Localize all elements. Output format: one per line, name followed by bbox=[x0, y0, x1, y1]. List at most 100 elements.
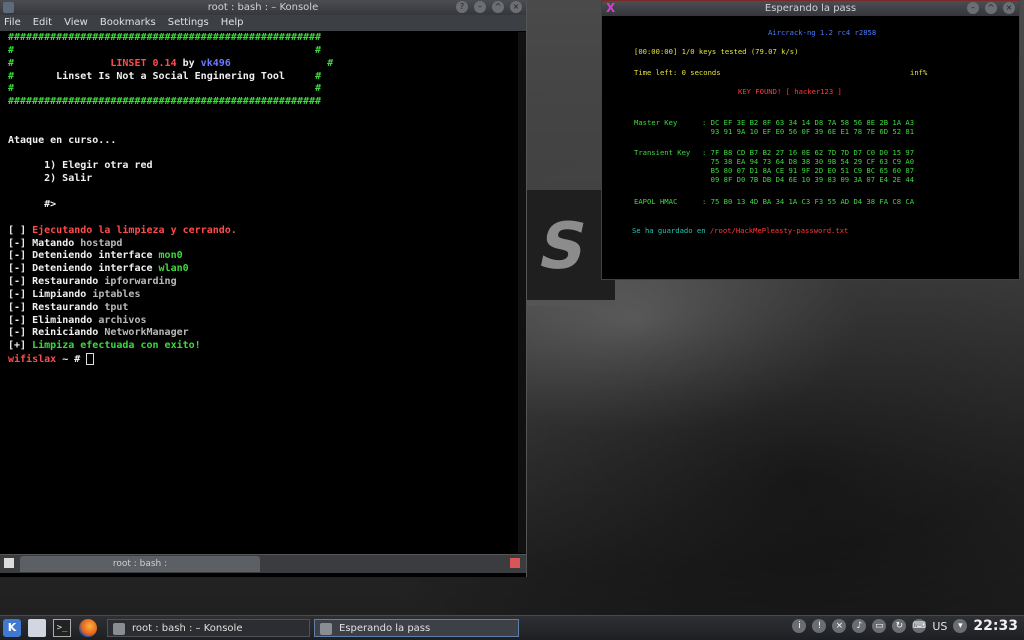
clock[interactable]: 22:33 bbox=[973, 618, 1018, 634]
keyboard-layout[interactable]: US bbox=[932, 620, 947, 633]
help-icon[interactable]: ? bbox=[456, 1, 468, 13]
terminal-line: ########################################… bbox=[8, 32, 516, 45]
terminal-line: # # bbox=[8, 45, 516, 58]
konsole-menubar: File Edit View Bookmarks Settings Help bbox=[0, 15, 526, 31]
terminal-text: [-] bbox=[8, 276, 33, 288]
terminal-text: LINSET 0.14 bbox=[14, 57, 183, 69]
terminal-text: [-] bbox=[8, 250, 33, 262]
system-tray: i ! × ♪ ▭ ↻ ⌨ US ▾ 22:33 bbox=[792, 618, 1018, 634]
transient-key-label: Transient Key bbox=[634, 148, 691, 157]
text-cursor bbox=[86, 353, 95, 366]
terminal-output[interactable]: ########################################… bbox=[8, 32, 516, 553]
terminal-text: [-] bbox=[8, 263, 33, 275]
terminal-line: 2) Salir bbox=[8, 173, 516, 186]
aircrack-header: Aircrack-ng 1.2 rc4 r2858 bbox=[768, 28, 877, 37]
terminal-icon[interactable]: >_ bbox=[53, 619, 71, 637]
terminal-text: 2) Salir bbox=[8, 173, 93, 185]
terminal-line: [-] Deteniendo interface wlan0 bbox=[8, 263, 516, 276]
progress-percent: inf% bbox=[910, 68, 928, 77]
new-tab-icon[interactable] bbox=[4, 558, 14, 568]
close-tab-icon[interactable] bbox=[510, 558, 520, 568]
menu-view[interactable]: View bbox=[64, 15, 94, 31]
terminal-text: Limpiando bbox=[32, 288, 93, 300]
aircrack-output[interactable]: Aircrack-ng 1.2 rc4 r2858 [00:00:00] 1/0… bbox=[602, 17, 1019, 279]
terminal-text: iptables bbox=[92, 288, 141, 300]
terminal-line: Ataque en curso... bbox=[8, 135, 516, 148]
kde-menu-icon[interactable]: K bbox=[3, 619, 21, 637]
terminal-text: Reiniciando bbox=[32, 327, 105, 339]
menu-settings[interactable]: Settings bbox=[168, 15, 215, 31]
terminal-text: Restaurando bbox=[32, 276, 105, 288]
terminal-line: # LINSET 0.14 by vk496 # bbox=[8, 58, 516, 71]
task-konsole[interactable]: root : bash : – Konsole bbox=[107, 619, 310, 637]
maximize-icon[interactable]: ^ bbox=[492, 1, 504, 13]
dolphin-icon[interactable] bbox=[28, 619, 46, 637]
network-off-icon[interactable]: × bbox=[832, 619, 847, 633]
master-key-row: 93 91 9A 10 EF E0 56 0F 39 6E E1 78 7E 6… bbox=[702, 127, 915, 136]
terminal-prompt[interactable]: wifislax ~ # bbox=[8, 353, 516, 366]
konsole-app-icon[interactable] bbox=[3, 2, 14, 13]
terminal-line: [-] Reiniciando NetworkManager bbox=[8, 327, 516, 340]
chevron-down-icon[interactable]: ▾ bbox=[953, 619, 968, 633]
terminal-text: Deteniendo interface bbox=[32, 250, 159, 262]
terminal-scrollbar[interactable] bbox=[518, 32, 526, 553]
taskbar: K >_ root : bash : – Konsole Esperando l… bbox=[0, 615, 1024, 640]
terminal-line: 1) Elegir otra red bbox=[8, 160, 516, 173]
konsole-window[interactable]: root : bash : – Konsole ? – ^ × File Edi… bbox=[0, 0, 527, 577]
terminal-text: [-] bbox=[8, 301, 33, 313]
terminal-text: [-] bbox=[8, 314, 33, 326]
terminal-text: ########################################… bbox=[8, 32, 322, 43]
minimize-icon[interactable]: – bbox=[474, 1, 486, 13]
master-key-label: Master Key bbox=[634, 118, 678, 127]
terminal-text: NetworkManager bbox=[104, 327, 189, 339]
xterm-task-icon bbox=[320, 623, 332, 635]
maximize-icon[interactable]: ^ bbox=[985, 2, 997, 14]
minimize-icon[interactable]: – bbox=[967, 2, 979, 14]
menu-file[interactable]: File bbox=[4, 15, 27, 31]
menu-bookmarks[interactable]: Bookmarks bbox=[100, 15, 162, 31]
aircrack-titlebar[interactable]: X Esperando la pass – ^ × bbox=[602, 1, 1019, 16]
terminal-line: #> bbox=[8, 199, 516, 212]
terminal-line: [-] Matando hostapd bbox=[8, 238, 516, 251]
updates-icon[interactable]: ↻ bbox=[892, 619, 907, 633]
transient-key-row: 75 38 EA 94 73 64 D8 38 30 9B 54 29 CF 6… bbox=[702, 157, 915, 166]
eapol-label: EAPOL HMAC bbox=[634, 197, 678, 206]
terminal-text: wlan0 bbox=[158, 263, 189, 275]
terminal-text: [-] bbox=[8, 288, 33, 300]
terminal-line: [-] Limpiando iptables bbox=[8, 289, 516, 302]
tab-root-bash[interactable]: root : bash : bbox=[20, 556, 260, 572]
terminal-text: mon0 bbox=[158, 250, 183, 262]
prompt-user: wifislax bbox=[8, 354, 57, 366]
volume-icon[interactable]: ♪ bbox=[852, 619, 867, 633]
firefox-icon[interactable] bbox=[79, 619, 97, 637]
saved-path: /root/HackMePleasty-password.txt bbox=[709, 226, 849, 235]
task-aircrack[interactable]: Esperando la pass bbox=[314, 619, 519, 637]
terminal-text: [-] bbox=[8, 237, 33, 249]
terminal-line: ########################################… bbox=[8, 96, 516, 109]
info-icon[interactable]: i bbox=[792, 619, 807, 633]
terminal-text: # bbox=[315, 70, 322, 82]
konsole-titlebar[interactable]: root : bash : – Konsole ? – ^ × bbox=[0, 0, 526, 15]
time-left: Time left: 0 seconds bbox=[634, 68, 721, 77]
prompt-symbol: ~ # bbox=[56, 354, 87, 366]
terminal-line: [+] Limpiza efectuada con exito! bbox=[8, 340, 516, 353]
display-icon[interactable]: ▭ bbox=[872, 619, 887, 633]
menu-edit[interactable]: Edit bbox=[33, 15, 58, 31]
close-icon[interactable]: × bbox=[510, 1, 522, 13]
terminal-text: Ataque en curso... bbox=[8, 134, 117, 146]
aircrack-window[interactable]: X Esperando la pass – ^ × Aircrack-ng 1.… bbox=[601, 0, 1020, 280]
terminal-text: [+] bbox=[8, 340, 33, 352]
transient-key-row: : 7F B8 CD B7 B2 27 16 0E 62 7D 7D D7 C0… bbox=[702, 148, 915, 157]
shield-icon[interactable]: ! bbox=[812, 619, 827, 633]
terminal-text: Matando bbox=[32, 237, 81, 249]
menu-help[interactable]: Help bbox=[221, 15, 250, 31]
close-icon[interactable]: × bbox=[1003, 2, 1015, 14]
konsole-tabbar: root : bash : bbox=[0, 554, 526, 573]
task-konsole-label: root : bash : – Konsole bbox=[132, 623, 243, 634]
saved-prefix: Se ha guardado en bbox=[631, 226, 710, 235]
terminal-text: 1) Elegir otra red bbox=[8, 160, 153, 172]
keyboard-icon[interactable]: ⌨ bbox=[912, 619, 927, 633]
konsole-task-icon bbox=[113, 623, 125, 635]
